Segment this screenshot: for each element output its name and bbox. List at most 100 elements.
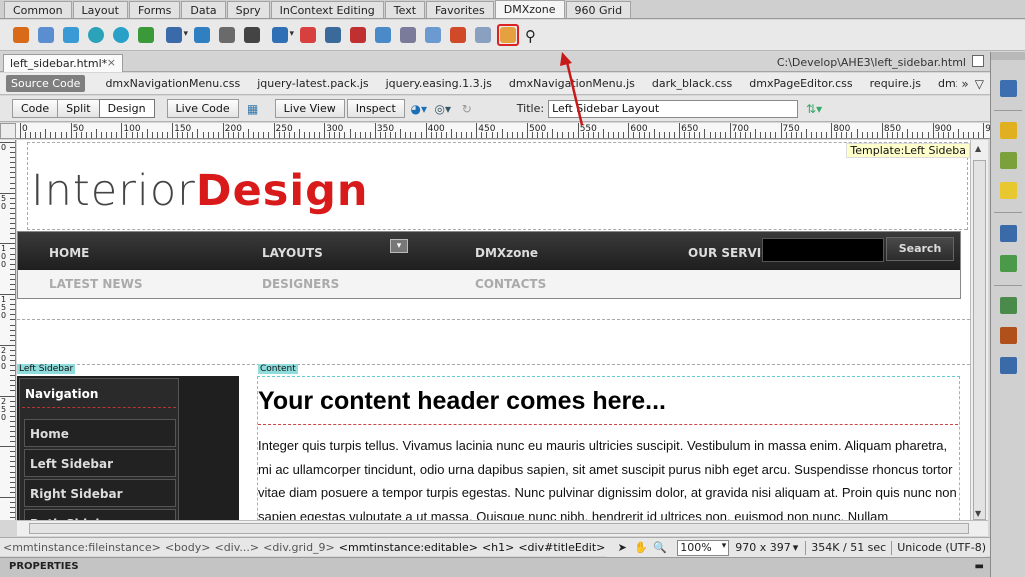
horizontal-scrollbar[interactable] [17, 520, 988, 536]
nav-dropdown-icon[interactable]: ▾ [390, 239, 408, 253]
content-paragraph[interactable]: Integer quis turpis tellus. Vivamus laci… [258, 434, 958, 520]
nav-item-latest-news[interactable]: LATEST NEWS [49, 277, 143, 291]
flash-icon[interactable] [422, 24, 444, 46]
code-view-button[interactable]: Code [12, 99, 58, 118]
slideshow-icon[interactable] [297, 24, 319, 46]
sidebar-item-both-sidebars[interactable]: Both Sidebars [24, 509, 176, 520]
tag-selector-div-titleedit[interactable]: <div#titleEdit> [518, 541, 605, 554]
insert-tab-incontext-editing[interactable]: InContext Editing [270, 1, 384, 18]
related-file-dmxpageeditor-css[interactable]: dmxPageEditor.css [749, 77, 852, 90]
title-input[interactable] [548, 99, 799, 118]
page-icon[interactable] [35, 24, 57, 46]
vertical-scroll-thumb[interactable] [973, 160, 986, 520]
related-file-dark-black-css[interactable]: dark_black.css [652, 77, 732, 90]
page-editor-icon[interactable] [497, 24, 519, 46]
form-icon[interactable] [472, 24, 494, 46]
search-icon[interactable]: ⚲ [522, 24, 544, 46]
insert-tab-common[interactable]: Common [4, 1, 72, 18]
panel-databases-icon[interactable] [997, 252, 1019, 274]
panel-snippets-icon[interactable] [997, 354, 1019, 376]
related-file-jquery-latest-pack-js[interactable]: jquery-latest.pack.js [257, 77, 368, 90]
source-code-button[interactable]: Source Code [6, 75, 86, 92]
design-view-button[interactable]: Design [98, 99, 155, 118]
dialog-icon[interactable] [347, 24, 369, 46]
site-search-button[interactable]: Search [886, 237, 954, 261]
browser-icon[interactable] [447, 24, 469, 46]
live-code-button[interactable]: Live Code [166, 99, 239, 118]
document-tab[interactable]: left_sidebar.html* × [3, 54, 123, 72]
related-file-jquery-easing-1-3-js[interactable]: jquery.easing.1.3.js [386, 77, 492, 90]
nav-item-designers[interactable]: DESIGNERS [262, 277, 339, 291]
horizontal-scroll-thumb[interactable] [29, 523, 969, 534]
live-view-button[interactable]: Live View [274, 99, 345, 118]
visual-aids-icon[interactable]: ◎▾ [433, 100, 453, 118]
tag-selector-mmtinstance-editable[interactable]: <mmtinstance:editable> [339, 541, 478, 554]
filter-icon[interactable]: ▽ [975, 77, 984, 91]
chart-icon[interactable] [135, 24, 157, 46]
nav-item-layouts[interactable]: LAYOUTS [262, 246, 323, 260]
panel-structure-icon[interactable] [997, 294, 1019, 316]
properties-panel-bar[interactable]: PROPERTIES ▬ [0, 557, 990, 577]
monitor-icon[interactable] [322, 24, 344, 46]
file-management-icon[interactable]: ⇅▾ [804, 100, 824, 118]
select-tool-icon[interactable]: ➤ [614, 540, 630, 556]
restore-icon[interactable] [972, 55, 984, 67]
clapper-icon[interactable] [241, 24, 263, 46]
panel-settings-icon[interactable] [997, 149, 1019, 171]
insert-tab-960-grid[interactable]: 960 Grid [565, 1, 632, 18]
window-size-dropdown-icon[interactable]: ▾ [793, 541, 799, 554]
related-file-require-js[interactable]: require.js [870, 77, 921, 90]
collapse-icon[interactable]: ▬ [975, 561, 984, 572]
zoom-tool-icon[interactable]: 🔍 [652, 540, 668, 556]
panel-files-icon[interactable] [997, 119, 1019, 141]
related-file-dmxnavigationmenu-js[interactable]: dmxNavigationMenu.js [509, 77, 635, 90]
file-compare-icon[interactable]: ▦ [243, 100, 263, 118]
tag-selector-div[interactable]: <div...> [214, 541, 259, 554]
design-view-canvas[interactable]: Template:Left Sideba InteriorDesign HOME… [17, 140, 970, 520]
panel-assets-icon[interactable] [997, 324, 1019, 346]
panel-search-icon[interactable] [997, 77, 1019, 99]
more-files-icon[interactable]: » [961, 77, 968, 91]
panel-insert-icon[interactable] [997, 222, 1019, 244]
ruler-corner[interactable] [0, 123, 16, 139]
close-icon[interactable]: × [107, 56, 116, 69]
tag-selector-body[interactable]: <body> [165, 541, 211, 554]
nav-item-home[interactable]: HOME [49, 246, 89, 260]
insert-tab-forms[interactable]: Forms [128, 1, 181, 18]
refresh-icon[interactable]: ↻ [457, 100, 477, 118]
tag-selector-h1[interactable]: <h1> [482, 541, 514, 554]
inspect-button[interactable]: Inspect [346, 99, 405, 118]
zoom-select[interactable]: 100% [677, 539, 730, 556]
globe-icon[interactable] [60, 24, 82, 46]
site-search-input[interactable] [762, 238, 884, 262]
insert-tab-layout[interactable]: Layout [72, 1, 128, 18]
insert-tab-data[interactable]: Data [181, 1, 226, 18]
vertical-scrollbar[interactable]: ▲ ▼ [970, 140, 988, 520]
widget-dropdown-icon[interactable] [160, 24, 188, 46]
tag-selector-mmtinstance-fileinstance[interactable]: <mmtinstance:fileinstance> [3, 541, 161, 554]
related-file-dmxnavigationmenu-css[interactable]: dmxNavigationMenu.css [105, 77, 240, 90]
layers-icon[interactable] [372, 24, 394, 46]
circle-icon[interactable] [110, 24, 132, 46]
insert-tab-favorites[interactable]: Favorites [426, 1, 494, 18]
insert-tab-text[interactable]: Text [384, 1, 426, 18]
split-view-button[interactable]: Split [57, 99, 99, 118]
globe-dropdown-icon[interactable]: ◕▾ [409, 100, 429, 118]
tag-selector-div-grid-9[interactable]: <div.grid_9> [263, 541, 335, 554]
insert-tab-spry[interactable]: Spry [226, 1, 270, 18]
sidebar-item-left-sidebar[interactable]: Left Sidebar [24, 449, 176, 477]
pause-icon[interactable] [85, 24, 107, 46]
hand-tool-icon[interactable]: ✋ [633, 540, 649, 556]
page-edit-icon[interactable] [397, 24, 419, 46]
gear-puzzle-icon[interactable] [216, 24, 238, 46]
panel-behaviors-icon[interactable] [997, 179, 1019, 201]
content-heading[interactable]: Your content header comes here... [258, 387, 666, 416]
swirl-icon[interactable] [191, 24, 213, 46]
window-size[interactable]: 970 x 397 [735, 541, 791, 554]
dmx-menu-icon[interactable] [10, 24, 32, 46]
image-dropdown-icon[interactable] [266, 24, 294, 46]
nav-item-dmxzone[interactable]: DMXzone [475, 246, 538, 260]
sidebar-item-home[interactable]: Home [24, 419, 176, 447]
insert-tab-dmxzone[interactable]: DMXzone [494, 0, 565, 18]
sidebar-item-right-sidebar[interactable]: Right Sidebar [24, 479, 176, 507]
